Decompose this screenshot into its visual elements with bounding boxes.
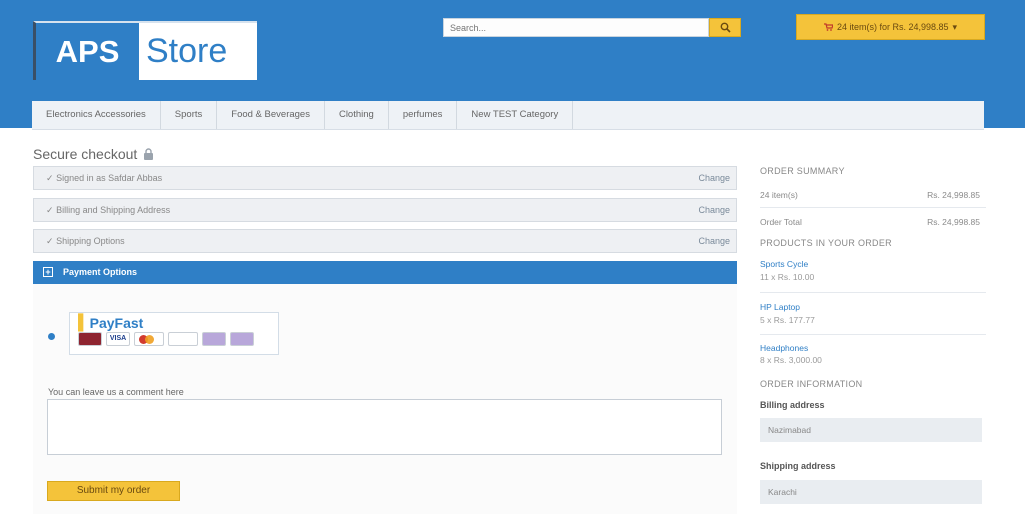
divider [760, 207, 986, 208]
submit-order-button[interactable]: Submit my order [47, 481, 180, 501]
logo-store-text: Store [146, 32, 228, 70]
step-label: Billing and Shipping Address [56, 205, 171, 215]
payfast-logo: ▌ PayFast [78, 314, 143, 331]
total-label: Order Total [760, 217, 802, 227]
cart-button[interactable]: 24 item(s) for Rs. 24,998.85 ▾ [796, 14, 985, 40]
nav-item-food-beverages[interactable]: Food & Beverages [217, 101, 325, 129]
logo-aps-text: APS [36, 23, 139, 80]
cart-icon [823, 23, 833, 31]
mastercard-icon [134, 332, 164, 346]
card-logo [202, 332, 226, 346]
card-logo [168, 332, 198, 346]
payfast-mark-icon: ▌ [78, 314, 89, 331]
product-name[interactable]: Sports Cycle [760, 259, 808, 269]
page-title: Secure checkout [33, 146, 154, 162]
lock-icon [144, 148, 154, 160]
search-bar [443, 18, 741, 37]
nav-item-new-test-category[interactable]: New TEST Category [457, 101, 574, 129]
step-signed-in[interactable]: ✓ Signed in as Safdar Abbas Change [33, 166, 737, 190]
search-input[interactable] [443, 18, 709, 37]
shipping-address-value: Karachi [760, 480, 982, 504]
step-billing-shipping[interactable]: ✓ Billing and Shipping Address Change [33, 198, 737, 222]
step-label: Shipping Options [56, 236, 125, 246]
product-quantity: 11 x Rs. 10.00 [760, 272, 815, 282]
check-icon: ✓ [46, 173, 54, 183]
check-icon: ✓ [46, 236, 54, 246]
step-shipping-options[interactable]: ✓ Shipping Options Change [33, 229, 737, 253]
product-quantity: 8 x Rs. 3,000.00 [760, 355, 822, 365]
comment-label: You can leave us a comment here [48, 387, 184, 397]
nav-item-perfumes[interactable]: perfumes [389, 101, 458, 129]
category-nav: Electronics Accessories Sports Food & Be… [32, 101, 984, 130]
payfast-radio[interactable] [48, 333, 55, 340]
payment-options-header[interactable]: + Payment Options [33, 261, 737, 284]
product-name[interactable]: Headphones [760, 343, 808, 353]
items-amount: Rs. 24,998.85 [927, 190, 980, 200]
payfast-option[interactable]: ▌ PayFast VISA [69, 312, 279, 355]
comment-field[interactable] [47, 399, 722, 455]
step-label: Signed in as Safdar Abbas [56, 173, 163, 183]
items-count: 24 item(s) [760, 190, 798, 200]
shipping-address-label: Shipping address [760, 461, 836, 471]
search-button[interactable] [709, 18, 741, 37]
order-summary-sidebar: ORDER SUMMARY 24 item(s) Rs. 24,998.85 O… [751, 155, 988, 514]
nav-item-electronics[interactable]: Electronics Accessories [32, 101, 161, 129]
summary-total-row: Order Total Rs. 24,998.85 [760, 217, 986, 227]
billing-address-value: Nazimabad [760, 418, 982, 442]
payment-options-title: Payment Options [63, 267, 138, 277]
summary-items-row: 24 item(s) Rs. 24,998.85 [760, 190, 986, 200]
nav-item-clothing[interactable]: Clothing [325, 101, 389, 129]
products-heading: PRODUCTS IN YOUR ORDER [760, 238, 892, 248]
check-icon: ✓ [46, 205, 54, 215]
divider [760, 334, 986, 335]
payfast-logo-text: PayFast [89, 314, 144, 331]
change-link[interactable]: Change [698, 167, 730, 189]
card-logos: VISA [78, 332, 254, 346]
change-link[interactable]: Change [698, 199, 730, 221]
divider [760, 292, 986, 293]
billing-address-label: Billing address [760, 400, 825, 410]
card-logo [78, 332, 102, 346]
total-amount: Rs. 24,998.85 [927, 217, 980, 227]
expand-icon: + [43, 267, 53, 277]
nav-item-sports[interactable]: Sports [161, 101, 218, 129]
store-logo[interactable]: APS Store [33, 21, 257, 80]
summary-heading: ORDER SUMMARY [760, 166, 845, 176]
product-name[interactable]: HP Laptop [760, 302, 800, 312]
cart-summary: 24 item(s) for Rs. 24,998.85 [836, 22, 949, 32]
order-info-heading: ORDER INFORMATION [760, 379, 863, 389]
page-title-text: Secure checkout [33, 146, 138, 162]
product-quantity: 5 x Rs. 177.77 [760, 315, 815, 325]
visa-icon: VISA [106, 332, 130, 346]
card-logo [230, 332, 254, 346]
change-link[interactable]: Change [698, 230, 730, 252]
search-icon [720, 22, 731, 33]
chevron-down-icon: ▾ [952, 21, 958, 32]
